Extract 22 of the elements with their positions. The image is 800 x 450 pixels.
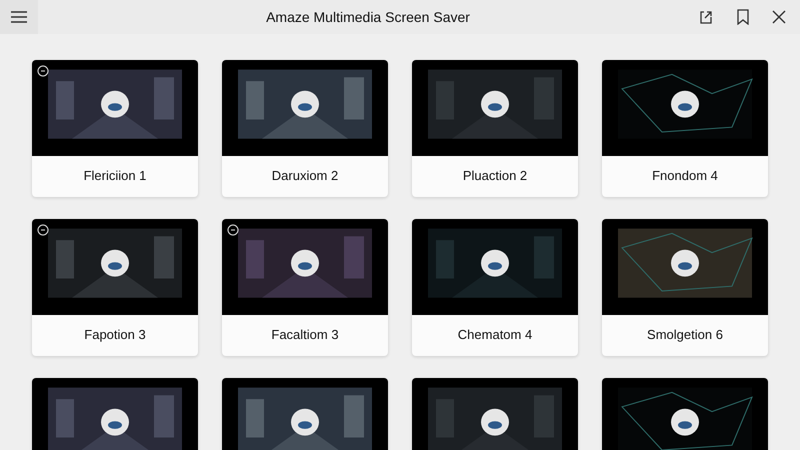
window-title: Amaze Multimedia Screen Saver	[265, 9, 471, 25]
close-icon[interactable]	[772, 10, 786, 24]
screensaver-card[interactable]: Pluaction 2	[412, 60, 578, 197]
card-title: Pluaction 2	[462, 167, 528, 185]
card-title: Fnondom 4	[652, 167, 718, 185]
card-title: Flericiion 1	[84, 167, 146, 185]
bookmark-icon[interactable]	[736, 9, 750, 25]
screensaver-card[interactable]: Chematom 4	[412, 219, 578, 356]
card-title: Smolgetion 6	[647, 326, 723, 344]
card-title: Facaltiom 3	[271, 326, 339, 344]
screensaver-card[interactable]: Flericiion 1	[32, 60, 198, 197]
share-icon[interactable]	[698, 9, 714, 25]
card-title: Chematom 4	[458, 326, 532, 344]
screensaver-card[interactable]: Facaltiom 3	[222, 219, 388, 356]
screensaver-card[interactable]: Smolgetion 6	[602, 219, 768, 356]
card-title: Daruxiom 2	[272, 167, 338, 185]
screensaver-card[interactable]: Daruxiom 2	[222, 60, 388, 197]
menu-button[interactable]	[0, 0, 38, 34]
screensaver-card[interactable]: Fapotion 3	[32, 219, 198, 356]
menu-icon	[11, 11, 27, 23]
screensaver-card[interactable]: Fnondom 4	[602, 60, 768, 197]
card-title: Fapotion 3	[84, 326, 146, 344]
